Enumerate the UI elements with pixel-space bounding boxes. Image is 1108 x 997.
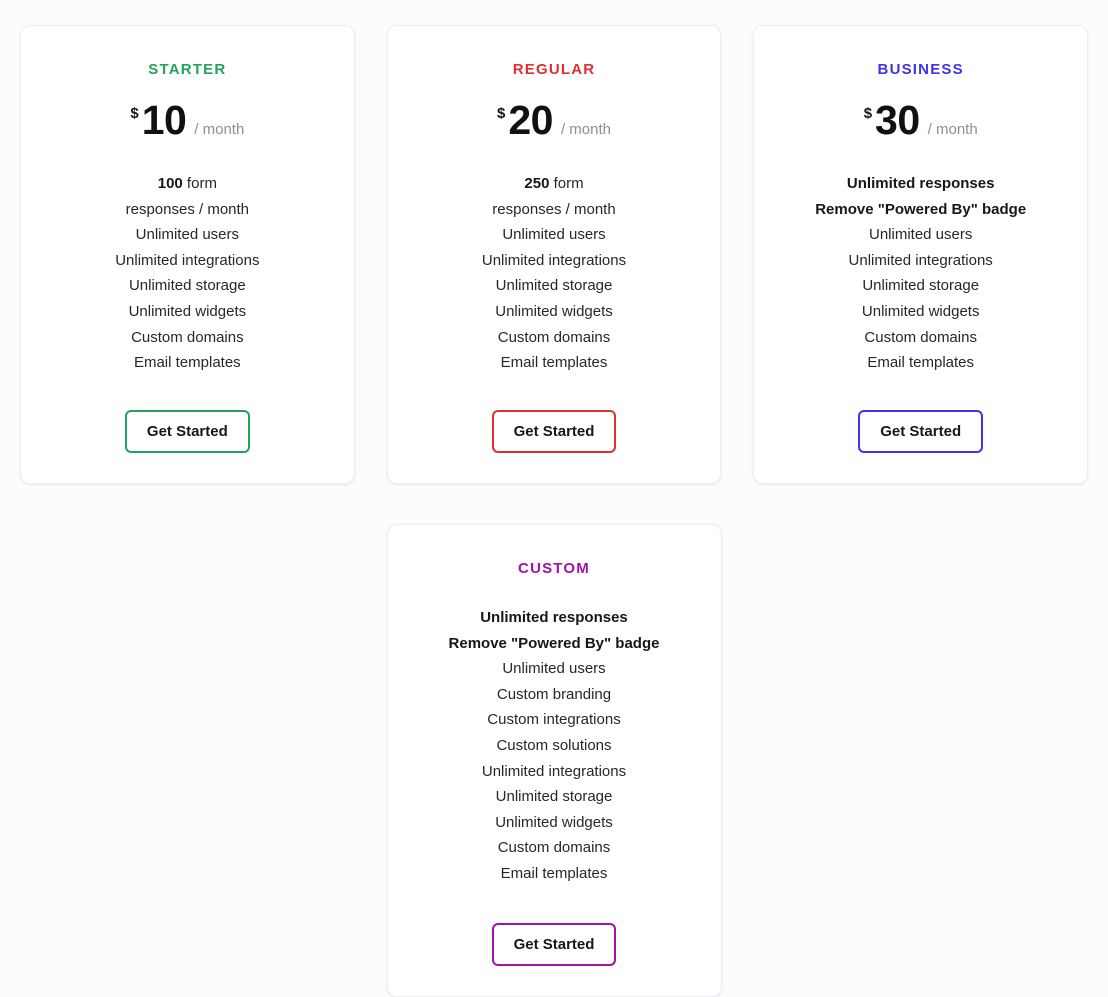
- plan-card-custom: CUSTOM Unlimited responses Remove "Powered…: [386, 524, 722, 997]
- plan-features-business: Unlimited responses Remove "Powered By" b…: [772, 171, 1069, 376]
- feature-item: Custom domains: [497, 839, 611, 857]
- plan-features-custom: Unlimited responses Remove "Powered By" b…: [406, 605, 703, 887]
- feature-item: Custom domains: [864, 328, 977, 346]
- feature-item: Unlimited widgets: [861, 302, 980, 320]
- feature-item: Unlimited users: [502, 226, 606, 244]
- price-currency: $: [497, 105, 506, 122]
- feature-item: Unlimited users: [502, 660, 606, 678]
- feature-item: Custom branding: [496, 685, 612, 703]
- feature-item: Unlimited storage: [128, 277, 246, 295]
- plan-price-business: $30 / month: [864, 100, 978, 141]
- feature-item: Unlimited widgets: [495, 813, 613, 831]
- feature-lead-value: 250: [524, 175, 550, 192]
- feature-item: Unlimited users: [135, 226, 240, 244]
- feature-item: Unlimited widgets: [128, 302, 247, 320]
- feature-item: Custom solutions: [496, 736, 612, 754]
- feature-item: Unlimited widgets: [495, 302, 613, 320]
- feature-item: Unlimited integrations: [481, 762, 627, 780]
- pricing-row-secondary: CUSTOM Unlimited responses Remove "Powered…: [20, 524, 1088, 997]
- feature-label: form: [549, 175, 584, 192]
- feature-item: Unlimited integrations: [848, 251, 993, 269]
- plan-price-regular: $20 / month: [497, 100, 611, 141]
- feature-item: Custom domains: [131, 328, 244, 346]
- pricing-table: STARTER $10 / month 100 form responses / mon…: [0, 0, 1108, 997]
- price-amount: 20: [508, 97, 553, 143]
- feature-lead-value: 100: [157, 175, 183, 192]
- get-started-button-custom[interactable]: Get Started: [491, 922, 617, 966]
- feature-item: responses / month: [125, 200, 250, 218]
- plan-card-regular: REGULAR $20 / month 250 form responses / mon…: [386, 25, 722, 484]
- feature-label: form: [182, 175, 217, 192]
- price-period: / month: [927, 121, 978, 138]
- plan-features-regular: 250 form responses / month Unlimited users…: [406, 171, 703, 376]
- feature-item: 250 form: [406, 171, 703, 197]
- price-period: / month: [194, 121, 245, 138]
- feature-item: Email templates: [500, 354, 608, 372]
- price-amount: 10: [141, 97, 187, 143]
- feature-item: Custom integrations: [487, 711, 621, 729]
- price-currency: $: [130, 105, 139, 122]
- feature-item: Remove "Powered By" badge: [815, 200, 1027, 218]
- feature-item: 100 form: [39, 171, 336, 197]
- plan-title-starter: STARTER: [148, 61, 227, 78]
- price-currency: $: [863, 105, 873, 122]
- plan-title-custom: CUSTOM: [518, 560, 590, 577]
- get-started-button-starter[interactable]: Get Started: [124, 409, 250, 453]
- get-started-button-business[interactable]: Get Started: [858, 409, 984, 453]
- feature-item: Unlimited responses: [846, 175, 995, 192]
- feature-item: Unlimited users: [868, 226, 973, 244]
- feature-item: Custom domains: [497, 328, 611, 346]
- feature-item: responses / month: [492, 200, 616, 218]
- feature-item: Unlimited storage: [495, 277, 613, 295]
- get-started-button-regular[interactable]: Get Started: [491, 409, 617, 453]
- plan-card-starter: STARTER $10 / month 100 form responses / mon…: [20, 25, 355, 484]
- feature-item: Unlimited integrations: [115, 251, 260, 269]
- feature-item: Unlimited storage: [862, 277, 980, 295]
- feature-item: Unlimited responses: [480, 609, 628, 626]
- plan-title-regular: REGULAR: [512, 61, 596, 78]
- price-amount: 30: [875, 97, 920, 143]
- pricing-row-primary: STARTER $10 / month 100 form responses / mon…: [20, 25, 1089, 484]
- plan-card-business: BUSINESS $30 / month Unlimited responses Rem…: [753, 25, 1089, 484]
- feature-item: Email templates: [133, 354, 241, 372]
- feature-item: Email templates: [500, 864, 608, 882]
- feature-item: Unlimited storage: [495, 788, 613, 806]
- plan-features-starter: 100 form responses / month Unlimited users…: [39, 171, 336, 376]
- plan-title-business: BUSINESS: [877, 61, 964, 78]
- feature-item: Unlimited integrations: [481, 251, 627, 269]
- price-period: / month: [560, 121, 611, 138]
- feature-item: Remove "Powered By" badge: [448, 634, 660, 652]
- feature-item: Email templates: [867, 354, 975, 372]
- plan-price-starter: $10 / month: [130, 100, 244, 141]
